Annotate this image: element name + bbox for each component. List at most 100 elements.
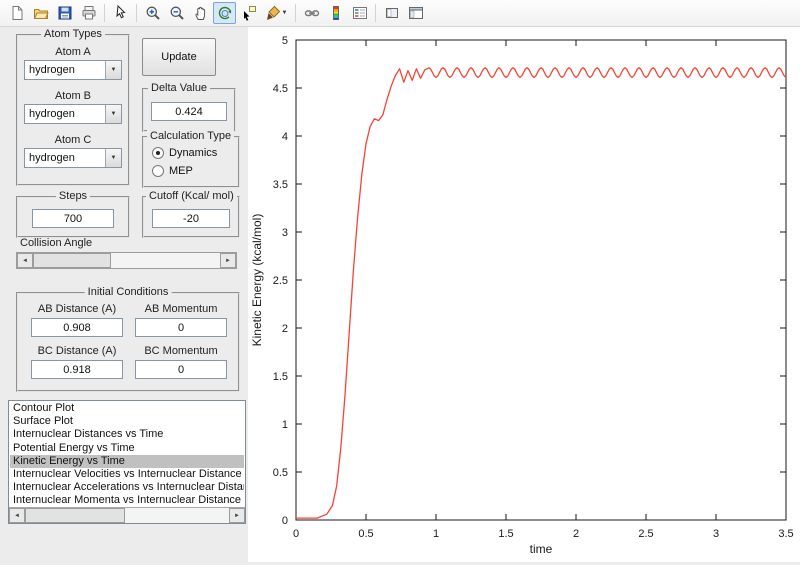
save-floppy-icon: [57, 5, 73, 21]
atom-c-dropdown[interactable]: hydrogen ▼: [24, 148, 122, 168]
atom-b-dropdown[interactable]: hydrogen ▼: [24, 104, 122, 124]
ab-momentum-field[interactable]: [135, 318, 227, 337]
zoom-out-icon: [169, 5, 185, 21]
svg-text:1: 1: [433, 528, 439, 540]
scrollbar-thumb[interactable]: [25, 508, 125, 523]
svg-text:Kinetic Energy (kcal/mol): Kinetic Energy (kcal/mol): [250, 214, 264, 347]
svg-text:3: 3: [713, 528, 719, 540]
kinetic-energy-chart: 00.511.522.533.500.511.522.533.544.55tim…: [248, 27, 800, 562]
calculation-type-title: Calculation Type: [147, 130, 234, 143]
link-chain-icon: [304, 5, 320, 21]
svg-text:1: 1: [282, 419, 288, 431]
new-figure-button[interactable]: [5, 2, 28, 24]
bc-momentum-label: BC Momentum: [130, 345, 232, 357]
bc-momentum-field[interactable]: [135, 360, 227, 379]
collision-angle-label: Collision Angle: [20, 237, 110, 249]
svg-text:2.5: 2.5: [638, 528, 653, 540]
svg-text:2: 2: [282, 323, 288, 335]
ab-distance-label: AB Distance (A): [26, 303, 128, 315]
listbox-hscrollbar[interactable]: ◄ ►: [9, 507, 245, 523]
svg-text:1.5: 1.5: [273, 371, 288, 383]
list-item[interactable]: Kinetic Energy vs Time: [10, 455, 244, 468]
svg-text:2.5: 2.5: [273, 275, 288, 287]
brush-dropdown-caret[interactable]: ▼: [282, 10, 288, 16]
rotate-3d-button[interactable]: [213, 2, 236, 24]
list-item[interactable]: Surface Plot: [10, 415, 244, 428]
svg-text:5: 5: [282, 35, 288, 47]
print-figure-button[interactable]: [77, 2, 100, 24]
insert-legend-button[interactable]: [348, 2, 371, 24]
svg-text:4.5: 4.5: [273, 83, 288, 95]
pan-hand-icon: [193, 5, 209, 21]
steps-title: Steps: [56, 190, 90, 203]
scrollbar-right-arrow-icon[interactable]: ►: [229, 508, 245, 523]
chevron-down-icon[interactable]: ▼: [105, 61, 121, 79]
colorbar-icon: [328, 5, 344, 21]
atom-b-label: Atom B: [18, 90, 128, 102]
cutoff-field[interactable]: [152, 209, 230, 228]
data-cursor-icon: [241, 5, 257, 21]
save-figure-button[interactable]: [53, 2, 76, 24]
radio-mep-label: MEP: [169, 165, 193, 177]
list-item[interactable]: Potential Energy vs Time: [10, 442, 244, 455]
bc-distance-field[interactable]: [31, 360, 123, 379]
hide-plot-tools-button[interactable]: [380, 2, 403, 24]
radio-mep[interactable]: MEP: [152, 164, 193, 178]
zoom-out-button[interactable]: [165, 2, 188, 24]
toolbar-separator: [136, 4, 137, 22]
chevron-down-icon[interactable]: ▼: [105, 105, 121, 123]
toolbar-separator: [295, 4, 296, 22]
delta-value-panel: Delta Value: [142, 88, 236, 132]
data-cursor-button[interactable]: [237, 2, 260, 24]
atom-a-label: Atom A: [18, 46, 128, 58]
hide-plot-tools-icon: [384, 5, 400, 21]
calculation-type-panel: Calculation Type Dynamics MEP: [142, 136, 240, 188]
brush-icon: [265, 5, 281, 21]
open-file-button[interactable]: [29, 2, 52, 24]
atom-types-title: Atom Types: [41, 28, 105, 41]
atom-a-dropdown[interactable]: hydrogen ▼: [24, 60, 122, 80]
toolbar-separator: [104, 4, 105, 22]
radio-dynamics[interactable]: Dynamics: [152, 146, 217, 160]
chevron-down-icon[interactable]: ▼: [105, 149, 121, 167]
svg-text:3.5: 3.5: [273, 179, 288, 191]
slider-thumb[interactable]: [33, 253, 111, 268]
atom-a-value: hydrogen: [25, 61, 105, 79]
bc-distance-label: BC Distance (A): [26, 345, 128, 357]
collision-angle-slider[interactable]: ◄ ►: [16, 252, 237, 269]
update-button[interactable]: Update: [142, 38, 216, 76]
slider-right-arrow-icon[interactable]: ►: [220, 253, 236, 268]
atom-c-label: Atom C: [18, 134, 128, 146]
atom-c-value: hydrogen: [25, 149, 105, 167]
initial-conditions-title: Initial Conditions: [85, 286, 172, 299]
radio-dot-icon: [152, 147, 164, 159]
svg-text:time: time: [530, 542, 553, 556]
figure-toolbar: ▼: [0, 0, 800, 27]
show-plot-tools-button[interactable]: [404, 2, 427, 24]
list-item[interactable]: Internuclear Velocities vs Internuclear …: [10, 468, 244, 481]
link-plot-button[interactable]: [300, 2, 323, 24]
steps-field[interactable]: [32, 209, 114, 228]
zoom-in-button[interactable]: [141, 2, 164, 24]
scrollbar-left-arrow-icon[interactable]: ◄: [9, 508, 25, 523]
radio-dot-icon: [152, 165, 164, 177]
slider-left-arrow-icon[interactable]: ◄: [17, 253, 33, 268]
zoom-in-icon: [145, 5, 161, 21]
insert-colorbar-button[interactable]: [324, 2, 347, 24]
list-item[interactable]: Contour Plot: [10, 402, 244, 415]
delta-value-field[interactable]: [151, 102, 227, 121]
show-plot-tools-icon: [408, 5, 424, 21]
plot-type-list: Contour Plot Surface Plot Internuclear D…: [10, 402, 244, 506]
svg-text:4: 4: [282, 131, 288, 143]
ab-distance-field[interactable]: [31, 318, 123, 337]
list-item[interactable]: Internuclear Accelerations vs Internucle…: [10, 481, 244, 494]
svg-text:0: 0: [293, 528, 299, 540]
list-item[interactable]: Internuclear Distances vs Time: [10, 428, 244, 441]
edit-plot-button[interactable]: [109, 2, 132, 24]
svg-text:1.5: 1.5: [498, 528, 513, 540]
svg-text:0.5: 0.5: [273, 467, 288, 479]
cutoff-panel: Cutoff (Kcal/ mol): [142, 196, 240, 238]
list-item[interactable]: Internuclear Momenta vs Internuclear Dis…: [10, 494, 244, 506]
brush-data-button[interactable]: ▼: [261, 2, 291, 24]
pan-button[interactable]: [189, 2, 212, 24]
